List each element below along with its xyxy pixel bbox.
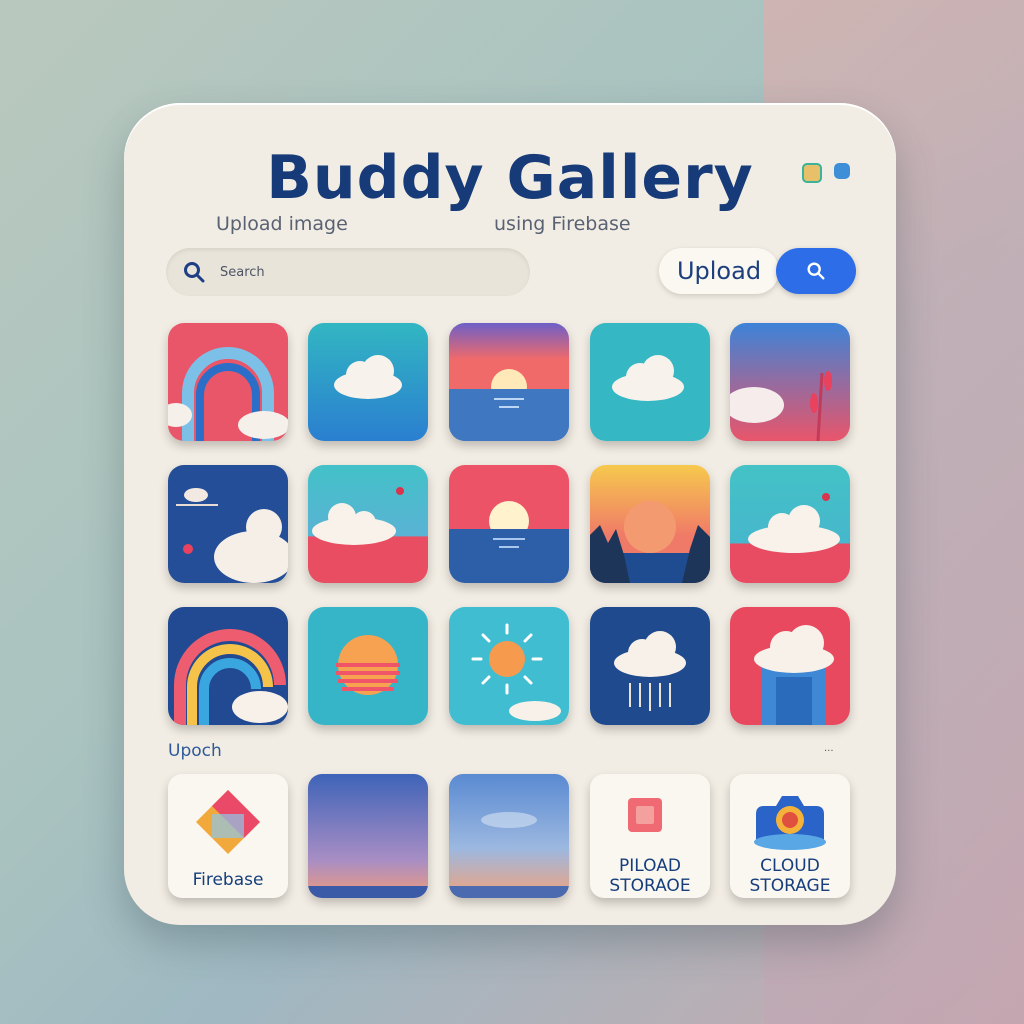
section-label: Upoch: [168, 741, 222, 761]
app-badge-icon[interactable]: [802, 163, 822, 183]
gallery-item-rainbow[interactable]: [168, 323, 288, 441]
firebase-label: Firebase: [192, 870, 264, 890]
cloud-storage-label-2: STORAGE: [749, 876, 831, 896]
upload-storage-tile[interactable]: PILOAD STORAOE: [590, 774, 710, 898]
gallery-item-sunset-sea[interactable]: [449, 323, 569, 441]
gallery-item-sun[interactable]: [449, 607, 569, 725]
subtitle-right: using Firebase: [494, 213, 631, 235]
gallery-item-rain-cloud[interactable]: [590, 607, 710, 725]
search-input[interactable]: Search: [166, 248, 530, 296]
gallery-item-sunset-sea[interactable]: [449, 465, 569, 583]
gallery-item-sky-cloud[interactable]: [168, 465, 288, 583]
search-icon: [807, 262, 825, 280]
gallery-item-sun-stripes[interactable]: [308, 607, 428, 725]
gallery-item-dusk-sky[interactable]: [308, 774, 428, 898]
upload-storage-label-1: PILOAD: [619, 856, 681, 876]
subtitle-left: Upload image: [216, 213, 348, 235]
settings-icon[interactable]: [834, 163, 850, 179]
gallery-card: Buddy Gallery Upload image using Firebas…: [124, 103, 896, 925]
search-placeholder: Search: [220, 264, 265, 280]
gallery-item-cloud[interactable]: [590, 323, 710, 441]
firebase-tile[interactable]: Firebase: [168, 774, 288, 898]
search-button[interactable]: [776, 248, 856, 294]
window-controls: [802, 163, 850, 183]
gallery-item-cloud[interactable]: [308, 323, 428, 441]
cloud-storage-label-1: CLOUD: [760, 856, 820, 876]
gallery-item-flower-cloud[interactable]: [730, 323, 850, 441]
upload-button[interactable]: Upload: [659, 248, 779, 294]
gallery-item-soft-sky[interactable]: [449, 774, 569, 898]
gallery-item-cloud-bird[interactable]: [308, 465, 428, 583]
cloud-storage-tile[interactable]: CLOUD STORAGE: [730, 774, 850, 898]
gallery-item-cloud-arch[interactable]: [730, 607, 850, 725]
section-more[interactable]: ...: [824, 743, 834, 754]
gallery-item-rainbow[interactable]: [168, 607, 288, 725]
search-icon: [184, 262, 205, 283]
gallery-item-cloud-flower[interactable]: [730, 465, 850, 583]
upload-storage-label-2: STORAOE: [609, 876, 691, 896]
app-title: Buddy Gallery: [266, 143, 754, 213]
gallery-item-yellow-sunset[interactable]: [590, 465, 710, 583]
